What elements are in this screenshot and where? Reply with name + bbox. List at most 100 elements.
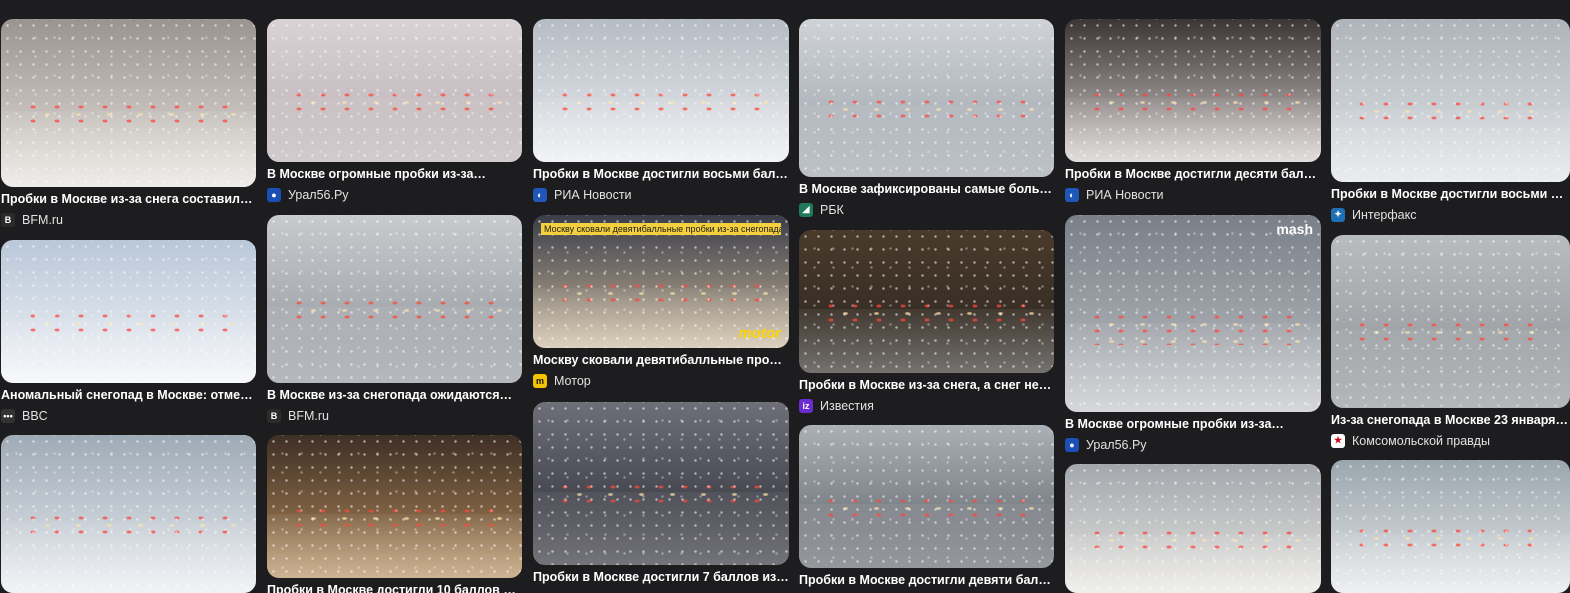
watermark-logo: motor [738,325,782,342]
image-result-card[interactable]: Аномальный снегопад в Москве: отмены… •••… [1,240,256,424]
result-thumbnail[interactable] [267,435,522,578]
result-source[interactable]: ◐ РИА Новости [1065,186,1321,203]
result-title[interactable]: Аномальный снегопад в Москве: отмены… [1,387,256,404]
result-thumbnail[interactable] [1331,19,1570,182]
result-thumbnail[interactable] [267,215,522,383]
result-title[interactable]: В Москве огромные пробки из-за… [267,166,522,183]
image-result-card[interactable] [1,435,256,593]
source-name: РИА Новости [1086,187,1164,202]
thumbnail-snow-layer [799,230,1054,373]
result-thumbnail[interactable] [1331,235,1570,408]
image-result-card[interactable]: Пробки в Москве достигли девяти балло… [799,425,1054,589]
result-title[interactable]: Пробки в Москве достигли восьми балл… [1331,186,1570,203]
result-thumbnail[interactable] [1065,19,1321,162]
bbc-icon: ••• [1,408,15,423]
result-title[interactable]: Пробки в Москве достигли десяти балло… [1065,166,1321,183]
result-thumbnail[interactable] [799,425,1054,568]
result-source[interactable]: ★ Комсомольской правды [1331,432,1570,449]
thumbnail-snow-layer [1065,215,1321,412]
result-thumbnail[interactable] [1,435,256,593]
source-name: Урал56.Ру [288,187,349,202]
watermark-logo: mash [1276,221,1313,237]
result-thumbnail[interactable] [1331,460,1570,593]
result-thumbnail[interactable] [799,230,1054,373]
result-source[interactable]: B BFM.ru [267,407,522,424]
result-thumbnail[interactable] [1,240,256,383]
result-source[interactable]: B BFM.ru [1,211,256,228]
ural56-icon: ● [1065,437,1079,452]
result-title[interactable]: Пробки в Москве достигли девяти балло… [799,572,1054,589]
result-source[interactable]: m Мотор [533,372,789,389]
kp-icon: ★ [1331,433,1345,448]
thumbnail-snow-layer [533,402,789,565]
result-thumbnail[interactable] [267,19,522,162]
result-title[interactable]: В Москве из-за снегопада ожидаются… [267,387,522,404]
result-thumbnail[interactable] [533,19,789,162]
result-title[interactable]: Пробки в Москве из-за снега, а снег не… [799,377,1054,394]
source-name: РБК [820,202,844,217]
source-name: Известия [820,398,874,413]
thumbnail-snow-layer [267,19,522,162]
result-thumbnail[interactable]: mash [1065,215,1321,412]
source-name: BBC [22,408,48,423]
result-title[interactable]: В Москве зафиксированы самые больш… [799,181,1054,198]
thumbnail-snow-layer [1331,19,1570,182]
result-source[interactable]: ● Урал56.Ру [1065,436,1321,453]
image-result-card[interactable]: В Москве огромные пробки из-за… ● Урал56.Р… [267,19,522,203]
result-source[interactable]: ••• BBC [1,407,256,424]
thumbnail-snow-layer [799,19,1054,177]
thumbnail-snow-layer [267,215,522,383]
source-name: BFM.ru [22,212,63,227]
image-result-card[interactable]: Пробки в Москве достигли 10 баллов из… [267,435,522,593]
bfm-icon: B [1,212,15,227]
image-result-card[interactable] [1065,464,1321,593]
result-thumbnail[interactable]: Москву сковали девятибалльные пробки из-… [533,215,789,348]
source-name: BFM.ru [288,408,329,423]
thumbnail-snow-layer [799,425,1054,568]
result-thumbnail[interactable] [1,19,256,187]
ria-icon: ◐ [1065,187,1079,202]
izvestia-icon: iz [799,398,813,413]
image-result-card[interactable]: В Москве зафиксированы самые больш… ◢ РБК [799,19,1054,218]
source-name: РИА Новости [554,187,632,202]
image-result-card[interactable]: Пробки в Москве из-за снега, а снег не… i… [799,230,1054,414]
result-thumbnail[interactable] [533,402,789,565]
interfax-icon: ✦ [1331,207,1345,222]
result-thumbnail[interactable] [1065,464,1321,593]
result-title[interactable]: Москву сковали девятибалльные пробк… [533,352,789,369]
rbc-icon: ◢ [799,202,813,217]
bfm-icon: B [267,408,281,423]
thumbnail-snow-layer [267,435,522,578]
image-result-card[interactable]: Пробки в Москве из-за снега составили… B B… [1,19,256,228]
result-thumbnail[interactable] [799,19,1054,177]
thumbnail-snow-layer [1065,19,1321,162]
image-result-card[interactable]: Пробки в Москве достигли десяти балло… ◐ Р… [1065,19,1321,203]
result-title[interactable]: Пробки в Москве достигли 7 баллов из-… [533,569,789,586]
thumbnail-snow-layer [1331,460,1570,593]
source-name: Интерфакс [1352,207,1417,222]
image-result-card[interactable]: В Москве из-за снегопада ожидаются… B BFM.… [267,215,522,424]
result-title[interactable]: Пробки в Москве из-за снега составили… [1,191,256,208]
result-title[interactable]: Из-за снегопада в Москве 23 января… [1331,412,1570,429]
result-source[interactable]: iz Известия [799,397,1054,414]
thumbnail-snow-layer [1,240,256,383]
result-source[interactable]: ◐ РИА Новости [533,186,789,203]
result-title[interactable]: В Москве огромные пробки из-за… [1065,416,1321,433]
ria-icon: ◐ [533,187,547,202]
result-title[interactable]: Пробки в Москве достигли 10 баллов из… [267,582,522,593]
image-result-card[interactable]: Пробки в Москве достигли восьми балл… ✦ Ин… [1331,19,1570,223]
image-result-card[interactable]: Пробки в Москве достигли 7 баллов из-… [533,402,789,586]
thumbnail-caption: Москву сковали девятибалльные пробки из-… [541,223,781,235]
image-result-card[interactable]: Москву сковали девятибалльные пробки из-… [533,215,789,389]
result-title[interactable]: Пробки в Москве достигли восьми балл… [533,166,789,183]
thumbnail-snow-layer [1065,464,1321,593]
result-source[interactable]: ◢ РБК [799,201,1054,218]
image-result-card[interactable]: Из-за снегопада в Москве 23 января… ★ Комс… [1331,235,1570,449]
image-result-card[interactable]: Пробки в Москве достигли восьми балл… ◐ РИ… [533,19,789,203]
thumbnail-snow-layer [1331,235,1570,408]
image-result-card[interactable] [1331,460,1570,593]
result-source[interactable]: ✦ Интерфакс [1331,206,1570,223]
image-result-card[interactable]: mash В Москве огромные пробки из-за… ● Урал… [1065,215,1321,453]
ural56-icon: ● [267,187,281,202]
result-source[interactable]: ● Урал56.Ру [267,186,522,203]
